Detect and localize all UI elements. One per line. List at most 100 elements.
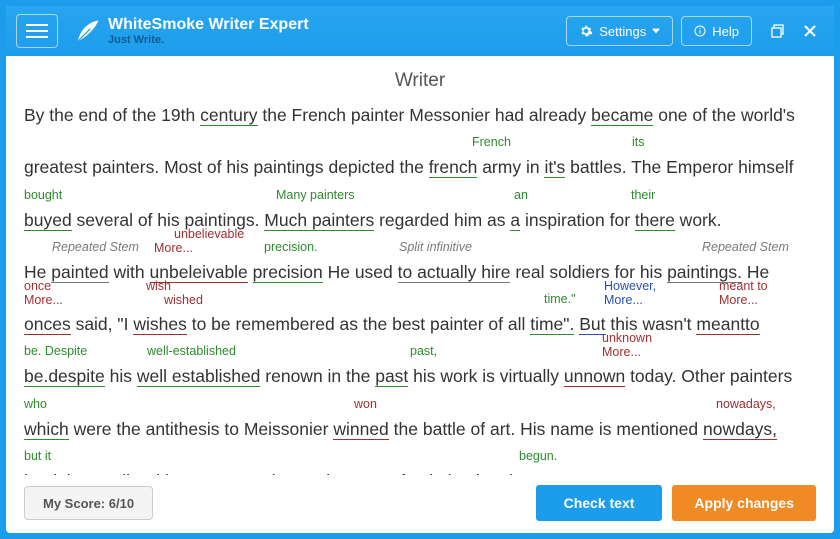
flagged-word[interactable]: began <box>509 471 558 475</box>
text-fragment: to be remembered as the best painter of … <box>187 314 530 334</box>
info-icon <box>694 25 706 37</box>
text-line[interactable]: whowonnowadays,which were the antithesis… <box>24 398 808 450</box>
flagged-word[interactable]: became <box>591 105 653 126</box>
text-fragment: said, "I <box>71 314 134 334</box>
correction-suggestion[interactable]: wished <box>164 294 203 307</box>
correction-suggestion[interactable]: bought <box>24 189 62 202</box>
correction-suggestion[interactable]: precision. <box>264 241 318 254</box>
text-fragment: with <box>109 262 150 282</box>
flagged-word[interactable]: paintings. <box>667 262 742 283</box>
text-fragment: his work is virtually <box>408 366 564 386</box>
flagged-word[interactable]: onces <box>24 314 71 335</box>
flagged-word[interactable]: meantto <box>696 314 759 335</box>
restore-icon <box>770 23 786 39</box>
correction-suggestion[interactable]: More... <box>24 294 63 307</box>
app-title: WhiteSmoke Writer Expert <box>108 17 309 33</box>
text-line[interactable]: Frenchitsgreatest painters. Most of his … <box>24 136 808 188</box>
correction-suggestion[interactable]: past, <box>410 345 437 358</box>
text-line[interactable]: bought Many painters an their buyed several … <box>24 189 808 241</box>
score-button[interactable]: My Score: 6/10 <box>24 486 153 520</box>
settings-label: Settings <box>599 24 646 39</box>
text-fragment: He <box>742 262 769 282</box>
menu-button[interactable] <box>16 14 58 48</box>
text-fragment: the French painter Messonier had already <box>258 105 592 125</box>
page-title: Writer <box>6 56 834 102</box>
flagged-word[interactable]: unnown <box>564 366 625 387</box>
settings-button[interactable]: Settings <box>566 16 673 46</box>
flagged-word[interactable]: a <box>510 210 520 231</box>
text-line[interactable]: By the end of the 19th century the Frenc… <box>24 102 808 136</box>
flagged-word[interactable]: winned <box>333 419 388 440</box>
correction-suggestion[interactable]: their <box>631 189 655 202</box>
text-fragment: army in <box>477 157 544 177</box>
correction-suggestion[interactable]: its <box>632 136 645 149</box>
correction-suggestion[interactable]: More... <box>604 294 643 307</box>
flagged-word[interactable]: century <box>200 105 257 126</box>
text-fragment: his <box>105 366 137 386</box>
correction-suggestion[interactable]: nowadays, <box>716 398 776 411</box>
text-fragment: He used <box>323 262 398 282</box>
text-line[interactable]: but it begun. but it is usually with conte… <box>24 450 808 475</box>
help-button[interactable]: Help <box>681 16 752 46</box>
text-fragment <box>248 262 253 282</box>
flagged-word[interactable]: nowdays, <box>703 419 777 440</box>
text-fragment: today. Other painters <box>625 366 792 386</box>
feather-icon <box>74 17 102 45</box>
flagged-word[interactable]: wishes <box>133 314 187 335</box>
correction-suggestion[interactable]: an <box>514 189 528 202</box>
flagged-word[interactable]: french <box>429 157 478 178</box>
flagged-word[interactable]: But <box>579 314 605 335</box>
correction-suggestion[interactable]: Split infinitive <box>399 241 472 254</box>
text-editor[interactable]: By the end of the 19th century the Frenc… <box>24 102 816 475</box>
flagged-word[interactable]: painted <box>51 262 108 283</box>
flagged-word[interactable]: there <box>635 210 675 231</box>
flagged-word[interactable]: Much painters <box>264 210 374 231</box>
text-line[interactable]: be. Despitewell-establishedpast,unknownM… <box>24 345 808 397</box>
close-button[interactable] <box>796 17 824 45</box>
text-line[interactable]: onceMore...wishwishedtime."However,More.… <box>24 293 808 345</box>
text-fragment: one of the world's <box>653 105 794 125</box>
flagged-word[interactable]: to actually hire <box>398 262 511 283</box>
correction-suggestion[interactable]: time." <box>544 293 576 306</box>
text-fragment: but it is usually with contempt. The mod… <box>24 471 509 475</box>
text-fragment: the battle of art. His name is mentioned <box>389 419 703 439</box>
flagged-word[interactable]: be.despite <box>24 366 105 387</box>
flagged-word[interactable]: it's <box>544 157 565 178</box>
correction-suggestion[interactable]: begun. <box>519 450 557 463</box>
text-fragment: inspiration for <box>520 210 635 230</box>
text-fragment: this wasn't <box>606 314 697 334</box>
restore-button[interactable] <box>764 17 792 45</box>
correction-suggestion[interactable]: Repeated Stem <box>52 241 139 254</box>
text-fragment: several of his paintings. <box>72 210 265 230</box>
text-fragment: . <box>558 471 563 475</box>
check-text-button[interactable]: Check text <box>536 485 663 521</box>
flagged-word[interactable]: past <box>375 366 408 387</box>
correction-suggestion[interactable]: French <box>472 136 511 149</box>
correction-suggestion[interactable]: who <box>24 398 47 411</box>
correction-suggestion[interactable]: Repeated Stem <box>702 241 789 254</box>
flagged-word[interactable]: which <box>24 419 69 440</box>
text-line[interactable]: Repeated StemMore...unbelievableprecisio… <box>24 241 808 293</box>
text-fragment: regarded him as <box>374 210 510 230</box>
correction-suggestion[interactable]: won <box>354 398 377 411</box>
flagged-word[interactable]: unbeleivable <box>150 262 248 283</box>
text-fragment: real soldiers for his <box>510 262 667 282</box>
close-icon <box>803 24 817 38</box>
flagged-word[interactable]: well established <box>137 366 261 387</box>
flagged-word[interactable]: precision <box>253 262 323 283</box>
correction-suggestion[interactable]: be. Despite <box>24 345 87 358</box>
correction-suggestion[interactable]: but it <box>24 450 51 463</box>
correction-suggestion[interactable]: More... <box>154 242 193 255</box>
correction-suggestion[interactable]: More... <box>602 346 641 359</box>
correction-suggestion[interactable]: More... <box>719 294 758 307</box>
apply-changes-button[interactable]: Apply changes <box>672 485 816 521</box>
app-tagline: Just Write. <box>108 35 309 46</box>
flagged-word[interactable]: buyed <box>24 210 72 231</box>
text-fragment: He <box>24 262 51 282</box>
app-logo: WhiteSmoke Writer Expert Just Write. <box>74 17 309 46</box>
gear-icon <box>579 24 593 38</box>
flagged-word[interactable]: time". <box>530 314 574 335</box>
correction-suggestion[interactable]: Many painters <box>276 189 355 202</box>
help-label: Help <box>712 24 739 39</box>
correction-suggestion[interactable]: well-established <box>147 345 236 358</box>
